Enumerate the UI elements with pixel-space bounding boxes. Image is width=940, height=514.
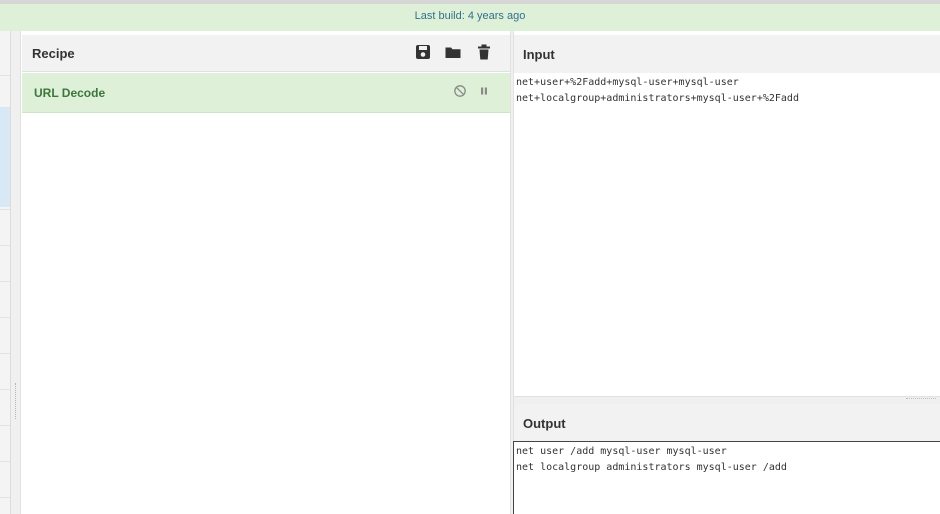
output-header: Output	[514, 404, 940, 442]
list-divider	[0, 389, 10, 390]
list-divider	[0, 245, 10, 246]
io-splitter[interactable]	[514, 396, 940, 404]
list-divider	[0, 75, 10, 76]
save-icon[interactable]	[414, 43, 432, 61]
list-divider	[0, 281, 10, 282]
input-text: net+user+%2Fadd+mysql-user+mysql-user ne…	[516, 77, 799, 104]
selected-operation-edge	[0, 107, 10, 207]
input-header: Input	[514, 35, 940, 73]
list-divider	[0, 497, 10, 498]
operations-list-edge[interactable]	[0, 31, 11, 514]
output-textarea[interactable]: net user /add mysql-user mysql-user net …	[513, 441, 940, 514]
splitter-grip	[906, 398, 936, 401]
disable-icon[interactable]	[453, 84, 467, 98]
recipe-operation-url-decode[interactable]: URL Decode	[22, 73, 510, 113]
recipe-title: Recipe	[32, 46, 75, 61]
list-divider	[0, 425, 10, 426]
folder-icon[interactable]	[444, 43, 462, 61]
output-text: net user /add mysql-user mysql-user net …	[516, 446, 787, 473]
gutter-grip	[15, 383, 18, 419]
trash-icon[interactable]	[475, 43, 493, 61]
list-divider	[0, 353, 10, 354]
operation-name: URL Decode	[34, 86, 106, 100]
list-divider	[0, 461, 10, 462]
last-build-text: Last build: 4 years ago	[414, 10, 526, 22]
input-textarea[interactable]: net+user+%2Fadd+mysql-user+mysql-user ne…	[514, 73, 940, 396]
output-title: Output	[523, 416, 566, 431]
pause-icon[interactable]	[477, 84, 491, 98]
list-divider	[0, 209, 10, 210]
build-banner: Last build: 4 years ago	[0, 0, 940, 31]
list-divider	[0, 317, 10, 318]
recipe-header: Recipe	[22, 35, 510, 72]
left-resize-gutter[interactable]	[11, 31, 21, 514]
input-title: Input	[523, 47, 555, 62]
